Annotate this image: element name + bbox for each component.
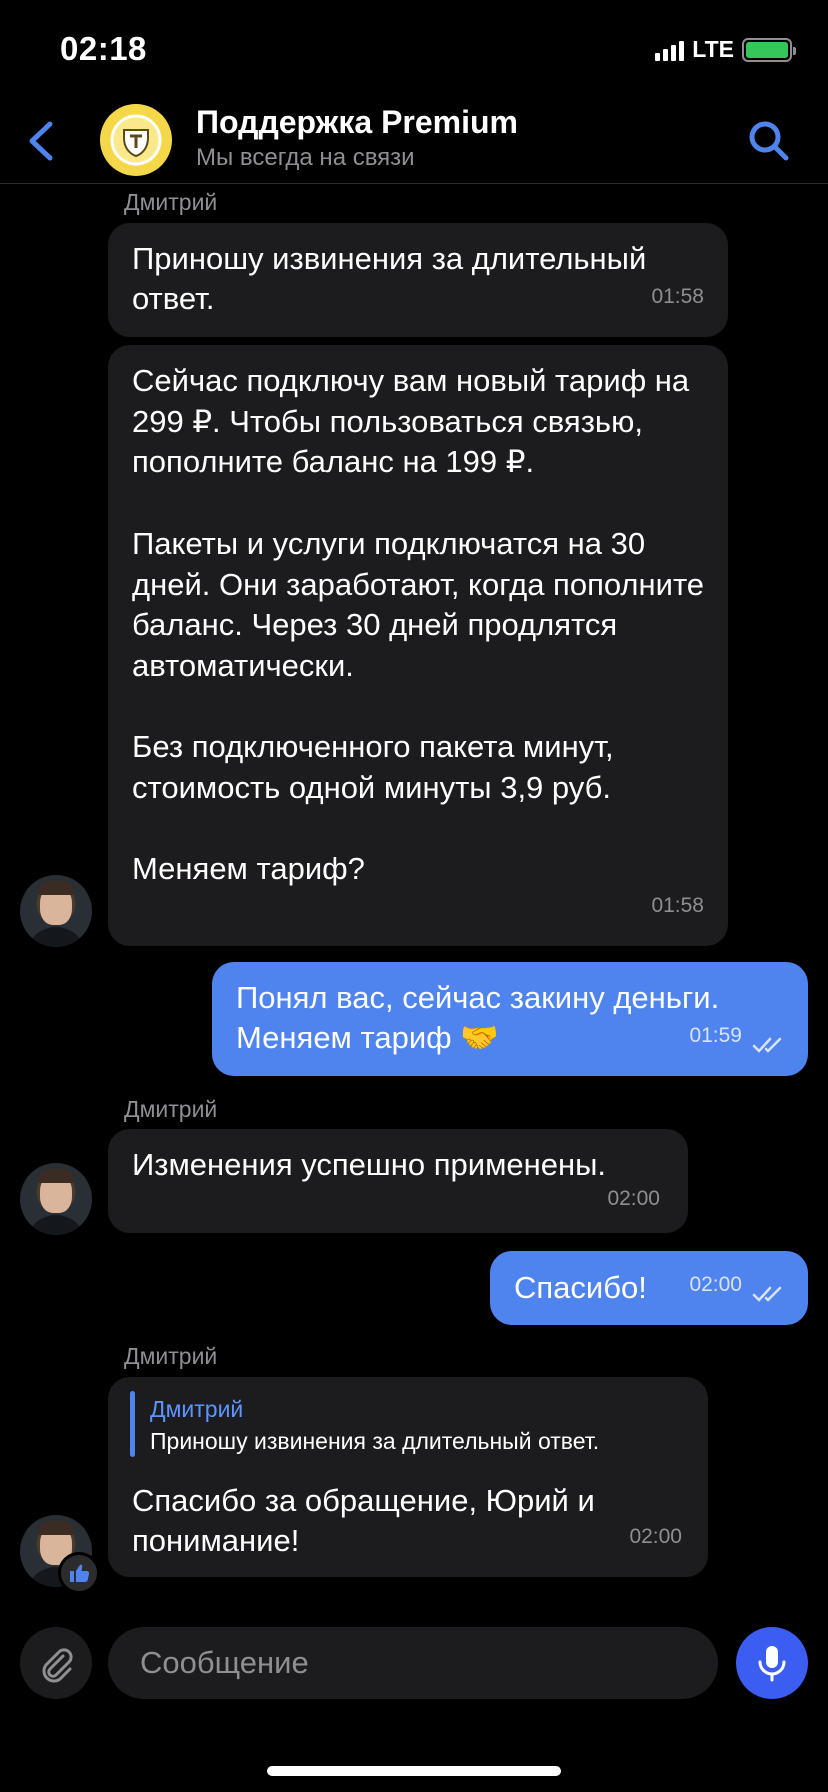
status-bar: 02:18 LTE <box>0 0 828 100</box>
reaction-badge[interactable] <box>58 1552 100 1594</box>
battery-icon <box>742 37 796 62</box>
microphone-icon <box>758 1646 786 1682</box>
message-time: 02:00 <box>689 1273 742 1296</box>
message-text: Спасибо за обращение, Юрий и понимание! <box>132 1483 604 1558</box>
chat-header: Поддержка Premium Мы всегда на связи <box>0 100 828 184</box>
message-bubble-incoming[interactable]: Сейчас подключу вам новый тариф на 299 ₽… <box>108 345 728 946</box>
network-label: LTE <box>692 36 734 62</box>
status-time: 02:18 <box>60 30 147 67</box>
avatar[interactable] <box>20 1163 92 1235</box>
message-bubble-outgoing[interactable]: Спасибо! 02:00 <box>490 1251 808 1325</box>
message-time: 02:00 <box>607 1187 660 1210</box>
back-button[interactable] <box>22 116 62 166</box>
message-input[interactable] <box>108 1627 718 1699</box>
message-bubble-outgoing[interactable]: Понял вас, сейчас закину деньги. Меняем … <box>212 962 808 1076</box>
message-time: 01:58 <box>651 285 704 308</box>
home-indicator <box>267 1766 561 1776</box>
message-text: Приношу извинения за длительный ответ. <box>132 241 655 316</box>
reply-text[interactable]: Приношу извинения за длительный ответ. <box>150 1421 599 1461</box>
message-time: 01:59 <box>689 1024 742 1047</box>
status-indicators: LTE <box>655 36 796 63</box>
reply-bar <box>130 1391 135 1457</box>
chat-avatar[interactable] <box>100 104 172 176</box>
message-text: Изменения успешно применены. <box>132 1147 607 1182</box>
bank-logo-icon <box>110 114 162 166</box>
message-text: Спасибо! <box>514 1270 647 1305</box>
paperclip-icon <box>42 1648 73 1683</box>
sender-name: Дмитрий <box>124 1096 218 1122</box>
message-bubble-incoming[interactable]: Приношу извинения за длительный ответ. 0… <box>108 223 728 337</box>
search-icon <box>749 121 789 161</box>
attach-button[interactable] <box>20 1627 92 1699</box>
chat-subtitle: Мы всегда на связи <box>196 144 415 171</box>
signal-icon <box>655 39 685 61</box>
sender-name: Дмитрий <box>124 189 218 215</box>
chat-title[interactable]: Поддержка Premium <box>196 104 518 141</box>
message-time: 02:00 <box>629 1525 682 1548</box>
thumbs-up-icon <box>70 1564 90 1582</box>
message-text: Сейчас подключу вам новый тариф на 299 ₽… <box>132 363 705 887</box>
sender-name: Дмитрий <box>124 1343 218 1369</box>
message-time: 01:58 <box>651 894 704 917</box>
search-button[interactable] <box>746 118 792 164</box>
double-check-icon <box>752 1037 782 1053</box>
message-bubble-incoming[interactable]: Дмитрий Приношу извинения за длительный … <box>108 1377 708 1577</box>
avatar[interactable] <box>20 875 92 947</box>
voice-record-button[interactable] <box>736 1627 808 1699</box>
message-bubble-incoming[interactable]: Изменения успешно применены. 02:00 <box>108 1129 688 1233</box>
double-check-icon <box>752 1286 782 1302</box>
chevron-left-icon <box>29 121 53 161</box>
